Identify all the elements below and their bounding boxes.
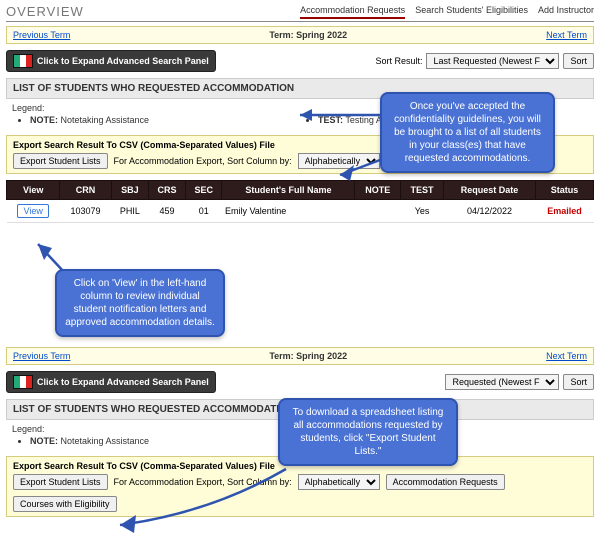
term-label-2: Term: Spring 2022 [269,351,347,361]
col-test: TEST [401,181,444,200]
expand-icon-2 [13,375,33,389]
col-name: Student's Full Name [222,181,355,200]
col-view: View [7,181,60,200]
export-sort-select[interactable]: Alphabetically [298,153,380,169]
sort-result-select[interactable]: Last Requested (Newest F [426,53,559,69]
cell-date: 04/12/2022 [443,200,535,223]
col-date: Request Date [443,181,535,200]
col-sec: SEC [186,181,222,200]
next-term-link[interactable]: Next Term [546,30,587,40]
cell-note [355,200,401,223]
sort-label: Sort Result: [375,56,422,66]
expand-icon [13,54,33,68]
previous-term-link[interactable]: Previous Term [13,30,70,40]
nav-search-eligibilities[interactable]: Search Students' Eligibilities [415,5,528,19]
expand-search-panel-button[interactable]: Click to Expand Advanced Search Panel [6,50,216,72]
legend-title: Legend: [12,103,45,113]
expand-label: Click to Expand Advanced Search Panel [37,56,209,66]
export-sort-label: For Accommodation Export, Sort Column by… [114,156,292,166]
col-status: Status [536,181,594,200]
expand-label-2: Click to Expand Advanced Search Panel [37,377,209,387]
cell-sec: 01 [186,200,222,223]
page-title: OVERVIEW [6,4,84,19]
col-sbj: SBJ [111,181,148,200]
col-note: NOTE [355,181,401,200]
cell-status: Emailed [536,200,594,223]
callout-overview: Once you've accepted the confidentiality… [380,92,555,173]
term-label: Term: Spring 2022 [269,30,347,40]
export-student-lists-button-2[interactable]: Export Student Lists [13,474,108,490]
col-crs: CRS [148,181,185,200]
expand-search-panel-button-2[interactable]: Click to Expand Advanced Search Panel [6,371,216,393]
cell-test: Yes [401,200,444,223]
sort-result-select-2[interactable]: Requested (Newest F [445,374,559,390]
term-bar-2: Previous Term Term: Spring 2022 Next Ter… [6,347,594,365]
cell-crn: 103079 [60,200,111,223]
legend-title-2: Legend: [12,424,45,434]
term-bar: Previous Term Term: Spring 2022 Next Ter… [6,26,594,44]
cell-name: Emily Valentine [222,200,355,223]
accommodation-requests-button-2[interactable]: Accommodation Requests [386,474,505,490]
nav-accommodation-requests[interactable]: Accommodation Requests [300,5,405,19]
col-crn: CRN [60,181,111,200]
cell-crs: 459 [148,200,185,223]
students-table: View CRN SBJ CRS SEC Student's Full Name… [6,180,594,223]
sort-button[interactable]: Sort [563,53,594,69]
export-student-lists-button[interactable]: Export Student Lists [13,153,108,169]
export-sort-select-2[interactable]: Alphabetically [298,474,380,490]
table-header-row: View CRN SBJ CRS SEC Student's Full Name… [7,181,594,200]
top-nav: Accommodation Requests Search Students' … [300,5,594,19]
callout-view: Click on 'View' in the left-hand column … [55,269,225,337]
nav-add-instructor[interactable]: Add Instructor [538,5,594,19]
export-sort-label-2: For Accommodation Export, Sort Column by… [114,477,292,487]
callout-export: To download a spreadsheet listing all ac… [278,398,458,466]
view-button[interactable]: View [17,204,48,218]
table-row: View 103079 PHIL 459 01 Emily Valentine … [7,200,594,223]
cell-sbj: PHIL [111,200,148,223]
previous-term-link-2[interactable]: Previous Term [13,351,70,361]
courses-eligibility-button[interactable]: Courses with Eligibility [13,496,117,512]
next-term-link-2[interactable]: Next Term [546,351,587,361]
sort-button-2[interactable]: Sort [563,374,594,390]
